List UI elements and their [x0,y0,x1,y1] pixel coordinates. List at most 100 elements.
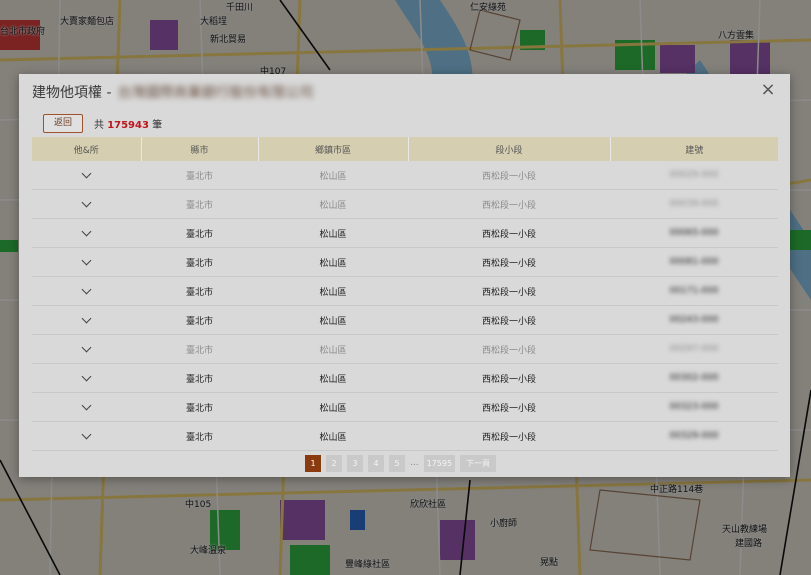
page-button[interactable]: 4 [368,455,384,472]
table-row[interactable]: 臺北市 松山區 西松段一小段 00039-000 [32,189,778,219]
next-page-button[interactable]: 下一頁 [460,455,497,472]
city-cell: 臺北市 [141,189,258,219]
back-button[interactable]: 返回 [43,114,83,133]
expand-cell[interactable] [32,305,141,335]
table-body: 臺北市 松山區 西松段一小段 00029-000 臺北市 松山區 西松段一小段 00039-0… [32,161,778,451]
chevron-down-icon[interactable] [81,168,92,179]
table-row[interactable]: 臺北市 松山區 西松段一小段 00065-000 [32,218,778,248]
city-cell: 臺北市 [141,161,258,190]
header-building-number: 建號 [610,137,778,161]
building-number: 00243-000 [669,315,719,325]
building-number: 00029-000 [669,170,719,180]
district-cell: 松山區 [258,247,408,277]
close-button[interactable]: × [758,80,778,100]
city-cell: 臺北市 [141,247,258,277]
chevron-down-icon[interactable] [81,429,92,440]
header-district: 鄉鎮市區 [258,137,409,161]
chevron-down-icon[interactable] [81,226,92,237]
building-number: 00081-000 [669,257,719,267]
city-cell: 臺北市 [141,305,258,335]
modal-title-owner: 台灣國際商業銀行股份有限公司 [117,85,314,101]
table-row[interactable]: 臺北市 松山區 西松段一小段 00029-000 [32,161,778,190]
table-row[interactable]: 臺北市 松山區 西松段一小段 00329-000 [32,421,778,451]
table-row[interactable]: 臺北市 松山區 西松段一小段 00243-000 [32,305,778,335]
section-cell: 西松段一小段 [408,276,610,306]
district-cell: 松山區 [258,276,408,306]
count-value: 175943 [107,120,149,131]
chevron-down-icon[interactable] [81,255,92,266]
results-modal: 建物他項權 - 台灣國際商業銀行股份有限公司 × 返回 共 175943 筆 他&… [19,74,790,477]
building-number-cell: 00323-000 [610,392,778,422]
table-row[interactable]: 臺北市 松山區 西松段一小段 00171-000 [32,276,778,306]
table-row[interactable]: 臺北市 松山區 西松段一小段 00081-000 [32,247,778,277]
section-cell: 西松段一小段 [408,218,610,248]
chevron-down-icon[interactable] [81,371,92,382]
chevron-down-icon[interactable] [81,400,92,411]
section-cell: 西松段一小段 [408,247,610,277]
expand-cell[interactable] [32,218,141,248]
expand-cell[interactable] [32,334,141,364]
last-page-button[interactable]: 17595 [423,455,456,472]
page-button[interactable]: 2 [326,455,342,472]
chevron-down-icon[interactable] [81,197,92,208]
expand-cell[interactable] [32,189,141,219]
header-city: 縣市 [141,137,259,161]
building-number-cell: 00302-000 [610,363,778,393]
building-number: 00171-000 [669,286,719,296]
building-number: 00065-000 [669,228,719,238]
building-number-cell: 00243-000 [610,305,778,335]
page-button[interactable]: 1 [305,455,321,472]
building-number: 00323-000 [669,402,719,412]
building-number-cell: 00171-000 [610,276,778,306]
building-number: 00329-000 [669,431,719,441]
table-row[interactable]: 臺北市 松山區 西松段一小段 00323-000 [32,392,778,422]
city-cell: 臺北市 [141,218,258,248]
chevron-down-icon[interactable] [81,342,92,353]
expand-cell[interactable] [32,247,141,277]
page-ellipsis: ... [410,458,419,468]
page-button[interactable]: 5 [389,455,405,472]
building-number: 00297-000 [669,344,719,354]
city-cell: 臺北市 [141,276,258,306]
expand-cell[interactable] [32,392,141,422]
district-cell: 松山區 [258,218,408,248]
section-cell: 西松段一小段 [408,334,610,364]
building-number-cell: 00039-000 [610,189,778,219]
building-number: 00302-000 [669,373,719,383]
header-section: 段小段 [408,137,611,161]
expand-cell[interactable] [32,363,141,393]
district-cell: 松山區 [258,334,408,364]
chevron-down-icon[interactable] [81,313,92,324]
pagination: 1 2 3 4 5... 17595 下一頁 [305,455,501,472]
table-row[interactable]: 臺北市 松山區 西松段一小段 00297-000 [32,334,778,364]
expand-cell[interactable] [32,161,141,190]
section-cell: 西松段一小段 [408,421,610,451]
count-suffix: 筆 [152,120,163,131]
modal-title-text: 建物他項權 - [32,85,112,101]
section-cell: 西松段一小段 [408,161,610,190]
table-row[interactable]: 臺北市 松山區 西松段一小段 00302-000 [32,363,778,393]
building-number: 00039-000 [669,199,719,209]
city-cell: 臺北市 [141,421,258,451]
district-cell: 松山區 [258,421,408,451]
expand-cell[interactable] [32,276,141,306]
district-cell: 松山區 [258,392,408,422]
section-cell: 西松段一小段 [408,363,610,393]
section-cell: 西松段一小段 [408,189,610,219]
total-count: 共 175943 筆 [94,116,162,131]
count-prefix: 共 [94,120,104,131]
expand-cell[interactable] [32,421,141,451]
section-cell: 西松段一小段 [408,392,610,422]
header-expand: 他&所 [32,137,142,161]
section-cell: 西松段一小段 [408,305,610,335]
building-number-cell: 00297-000 [610,334,778,364]
modal-title: 建物他項權 - 台灣國際商業銀行股份有限公司 [32,82,314,102]
city-cell: 臺北市 [141,334,258,364]
building-number-cell: 00065-000 [610,218,778,248]
table-header-row: 他&所 縣市 鄉鎮市區 段小段 建號 [32,137,778,161]
district-cell: 松山區 [258,305,408,335]
chevron-down-icon[interactable] [81,284,92,295]
city-cell: 臺北市 [141,363,258,393]
page-button[interactable]: 3 [347,455,363,472]
district-cell: 松山區 [258,189,408,219]
